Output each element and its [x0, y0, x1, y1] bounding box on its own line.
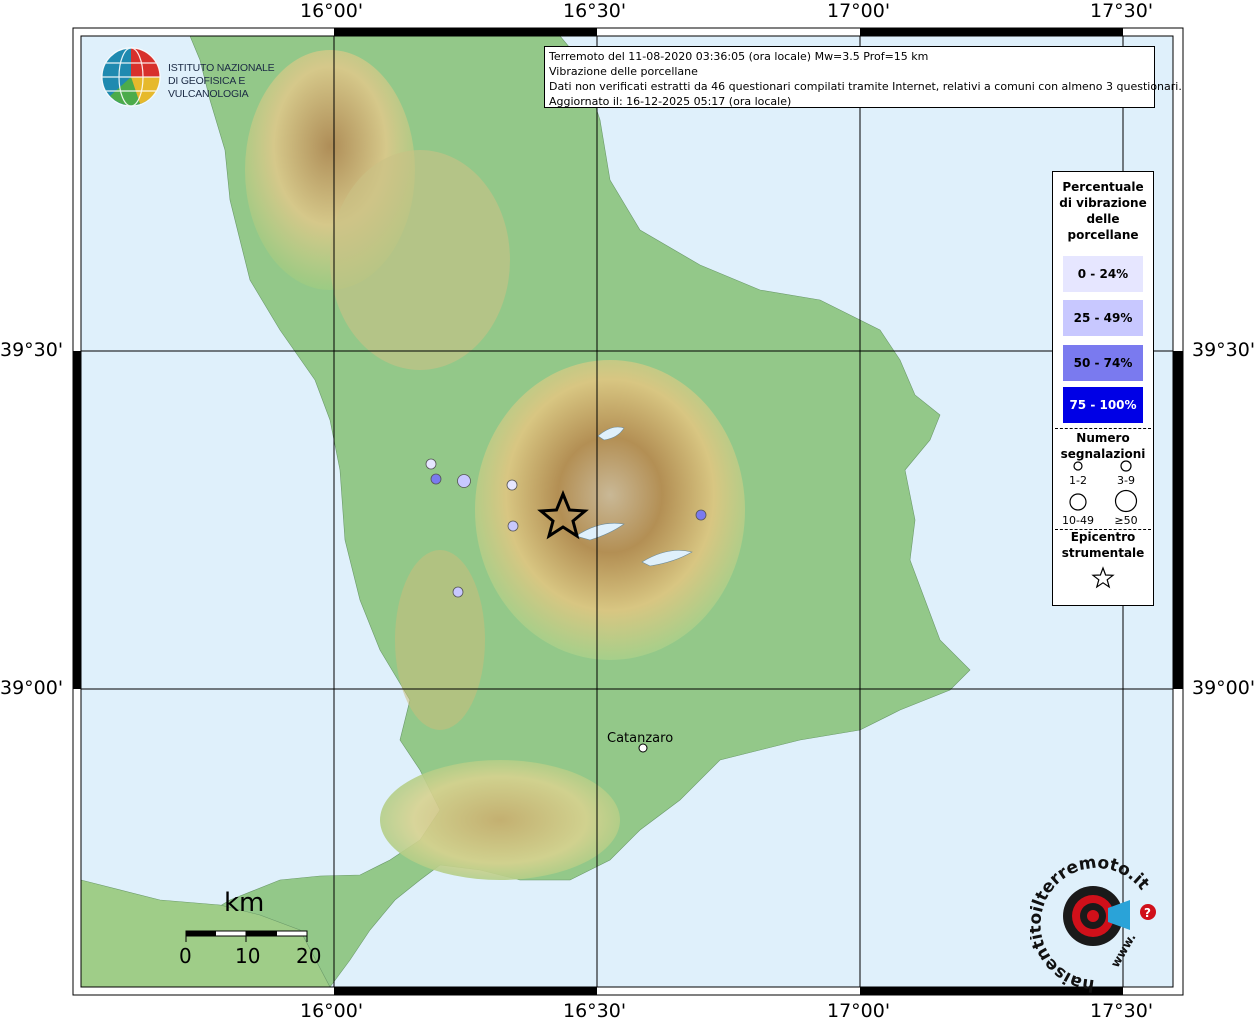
relief-west — [395, 550, 485, 730]
lon-label-top-4: 17°30' — [1090, 0, 1154, 22]
legend-class-3: 75 - 100% — [1063, 387, 1143, 423]
hst-logo-graphic: haisentitoilterremoto.it ? www. — [1025, 853, 1156, 995]
relief-south — [380, 760, 620, 880]
observation-point — [507, 520, 519, 532]
legend-epicenter-title: Epicentro strumentale — [1053, 529, 1153, 561]
observation-point — [430, 473, 442, 485]
legend-size-2: 3-9 — [1117, 474, 1135, 487]
event-info-box: Terremoto del 11-08-2020 03:36:05 (ora l… — [544, 46, 1182, 108]
scale-label-0: 0 — [179, 944, 192, 968]
legend-size-1: 1-2 — [1069, 474, 1087, 487]
lat-label-left-2: 39°00' — [0, 677, 64, 699]
legend-size-4: ≥50 — [1114, 514, 1138, 527]
legend-class-2: 50 - 74% — [1063, 345, 1143, 381]
observation-point — [695, 509, 707, 521]
svg-text:?: ? — [1144, 906, 1151, 920]
observation-point — [457, 474, 471, 488]
observation-point — [425, 458, 437, 470]
observation-point — [506, 479, 518, 491]
lon-label-bottom-3: 17°00' — [827, 1000, 891, 1022]
lon-label-top-3: 17°00' — [827, 0, 891, 22]
lon-label-top-1: 16°00' — [300, 0, 364, 22]
globe-icon — [101, 47, 161, 107]
legend-class-1: 25 - 49% — [1063, 300, 1143, 336]
hst-logo: haisentitoilterremoto.it ? www. — [1025, 853, 1170, 996]
legend-count-title-line1: Numero — [1076, 431, 1130, 445]
ingv-logo: ISTITUTO NAZIONALE DI GEOFISICA E VULCAN… — [100, 46, 310, 110]
legend-count-title: Numero segnalazioni — [1053, 430, 1153, 462]
lon-label-bottom-4: 17°30' — [1090, 1000, 1154, 1022]
event-subtitle: Vibrazione delle porcellane — [549, 65, 698, 78]
lon-label-top-2: 16°30' — [563, 0, 627, 22]
lon-label-bottom-1: 16°00' — [300, 1000, 364, 1022]
event-updated: Aggiornato il: 16-12-2025 05:17 (ora loc… — [549, 95, 792, 108]
scale-label-20: 20 — [296, 944, 322, 968]
relief-sila — [475, 360, 745, 660]
legend: Percentuale di vibrazione delle porcella… — [1052, 171, 1154, 606]
lat-label-left-1: 39°30' — [0, 339, 64, 361]
legend-class-0: 0 - 24% — [1063, 256, 1143, 292]
ingv-logo-line1: ISTITUTO NAZIONALE — [168, 62, 275, 74]
legend-title-line4: porcellane — [1067, 228, 1139, 242]
place-label-catanzaro: Catanzaro — [607, 731, 674, 746]
lon-label-bottom-2: 16°30' — [563, 1000, 627, 1022]
lat-label-right-1: 39°30' — [1192, 339, 1256, 361]
legend-size-3: 10-49 — [1062, 514, 1094, 527]
event-title: Terremoto del 11-08-2020 03:36:05 (ora l… — [549, 50, 929, 63]
legend-title: Percentuale di vibrazione delle porcella… — [1053, 179, 1153, 243]
observation-point — [452, 586, 464, 598]
legend-title-line1: Percentuale — [1062, 180, 1144, 194]
ingv-logo-line2: DI GEOFISICA E VULCANOLOGIA — [168, 75, 249, 100]
relief-coastal — [330, 150, 510, 370]
star-icon — [1091, 566, 1115, 589]
legend-epicenter-line2: strumentale — [1061, 546, 1145, 560]
legend-title-line3: delle — [1086, 212, 1120, 226]
legend-title-line2: di vibrazione — [1059, 196, 1147, 210]
legend-separator — [1055, 428, 1151, 429]
lat-label-right-2: 39°00' — [1192, 677, 1256, 699]
scale-label-10: 10 — [235, 944, 261, 968]
event-note: Dati non verificati estratti da 46 quest… — [549, 80, 1182, 93]
scale-unit: km — [224, 888, 265, 918]
legend-epicenter-line1: Epicentro — [1070, 530, 1136, 544]
